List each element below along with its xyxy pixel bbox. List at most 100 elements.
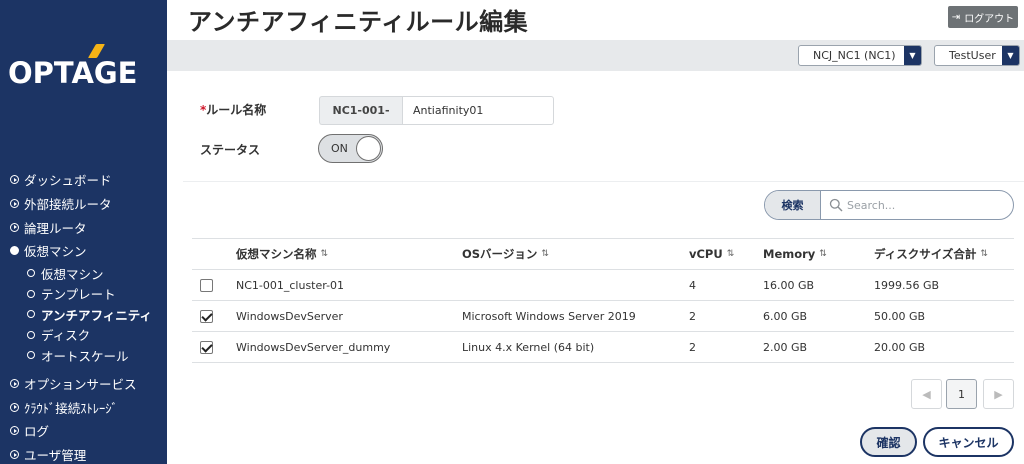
sidebar-item-external-router[interactable]: 外部接続ルータ xyxy=(0,192,167,216)
arrow-circle-icon xyxy=(10,450,19,460)
header-memory-text: Memory xyxy=(763,247,816,261)
sidebar-subitem-autoscale[interactable]: オートスケール xyxy=(0,345,167,366)
ring-icon xyxy=(27,351,35,360)
sort-icon: ⇅ xyxy=(541,249,549,259)
logout-label: ログアウト xyxy=(964,13,1015,25)
rule-name-input[interactable] xyxy=(402,96,554,125)
sidebar-subitem-disk[interactable]: ディスク xyxy=(0,325,167,346)
status-toggle[interactable]: ON xyxy=(318,134,383,163)
arrow-circle-icon xyxy=(10,222,19,232)
row-checkbox-cell xyxy=(200,332,213,362)
row-checkbox[interactable] xyxy=(200,278,213,292)
sidebar: OPTAGE ダッシュボード 外部接続ルータ 論理ルータ 仮想マシン 仮想マシン… xyxy=(0,0,167,464)
ring-icon xyxy=(27,289,35,298)
pagination-prev-button[interactable]: ◀ xyxy=(911,379,942,409)
sidebar-nav: ダッシュボード 外部接続ルータ 論理ルータ 仮想マシン 仮想マシン テンプレート… xyxy=(0,168,167,464)
sidebar-item-virtual-machine[interactable]: 仮想マシン xyxy=(0,239,167,263)
tenant-select-value: NCJ_NC1 (NC1) xyxy=(813,49,896,62)
cell-vcpu: 4 xyxy=(689,278,696,292)
ring-icon xyxy=(27,330,35,339)
sidebar-item-label: 仮想マシン xyxy=(24,244,87,260)
header-os-version[interactable]: OSバージョン ⇅ xyxy=(462,239,549,269)
row-checkbox-cell xyxy=(200,270,213,300)
ring-icon xyxy=(27,269,35,278)
cell-vm-name: NC1-001_cluster-01 xyxy=(236,278,345,292)
sidebar-item-label: ログ xyxy=(24,424,50,440)
sidebar-subitem-template[interactable]: テンプレート xyxy=(0,283,167,304)
toggle-knob xyxy=(356,136,381,161)
sidebar-item-user-management[interactable]: ユーザ管理 xyxy=(0,443,167,464)
cell-disk: 1999.56 GB xyxy=(874,278,940,292)
user-select-value: TestUser xyxy=(949,49,996,62)
logout-icon: ⇥ xyxy=(951,11,961,23)
table-row: WindowsDevServer Microsoft Windows Serve… xyxy=(192,301,1014,332)
sidebar-item-cloud-storage[interactable]: ｸﾗｳﾄﾞ接続ｽﾄﾚｰｼﾞ xyxy=(0,395,167,419)
status-toggle-label: ON xyxy=(331,142,348,155)
header-memory[interactable]: Memory ⇅ xyxy=(763,239,827,269)
search-icon xyxy=(829,198,843,212)
sidebar-item-option-service[interactable]: オプションサービス xyxy=(0,372,167,396)
sidebar-item-log[interactable]: ログ xyxy=(0,419,167,443)
search-input[interactable] xyxy=(847,195,1007,215)
cell-memory: 2.00 GB xyxy=(763,340,808,354)
sidebar-item-dashboard[interactable]: ダッシュボード xyxy=(0,168,167,192)
sidebar-item-label: 論理ルータ xyxy=(24,220,87,236)
pagination-next-button[interactable]: ▶ xyxy=(983,379,1014,409)
cell-os: Microsoft Windows Server 2019 xyxy=(462,309,636,323)
cell-vm-name: WindowsDevServer_dummy xyxy=(236,340,391,354)
cell-os: Linux 4.x Kernel (64 bit) xyxy=(462,340,595,354)
pagination-page-button[interactable]: 1 xyxy=(946,379,977,409)
rule-name-label-text: ルール名称 xyxy=(206,103,267,117)
rule-name-prefix: NC1-001- xyxy=(319,96,402,125)
sidebar-item-logical-router[interactable]: 論理ルータ xyxy=(0,215,167,239)
header-vm-name-text: 仮想マシン名称 xyxy=(236,247,317,261)
cell-vm-name: WindowsDevServer xyxy=(236,309,343,323)
sidebar-item-label: ｸﾗｳﾄﾞ接続ｽﾄﾚｰｼﾞ xyxy=(24,400,118,416)
arrow-circle-icon xyxy=(10,379,19,389)
cancel-button[interactable]: キャンセル xyxy=(923,427,1014,457)
sidebar-subitem-label: アンチアフィニティ xyxy=(41,307,153,323)
sidebar-subitem-antiaffinity[interactable]: アンチアフィニティ xyxy=(0,304,167,325)
arrow-circle-icon xyxy=(10,199,19,209)
table-row: WindowsDevServer_dummy Linux 4.x Kernel … xyxy=(192,332,1014,363)
sidebar-subitem-label: テンプレート xyxy=(41,287,116,303)
sort-icon: ⇅ xyxy=(726,249,735,259)
cell-vcpu: 2 xyxy=(689,309,696,323)
sidebar-subitem-label: ディスク xyxy=(41,328,91,344)
section-divider xyxy=(183,181,1024,182)
table-row: NC1-001_cluster-01 4 16.00 GB 1999.56 GB xyxy=(192,270,1014,301)
status-label: ステータス xyxy=(200,143,261,157)
sidebar-subitem-vm[interactable]: 仮想マシン xyxy=(0,263,167,284)
header-vcpu[interactable]: vCPU ⇅ xyxy=(689,239,734,269)
table-header-row: 仮想マシン名称 ⇅ OSバージョン ⇅ vCPU ⇅ Memory ⇅ ディスクサイズ合… xyxy=(192,238,1014,270)
header-disk-text: ディスクサイズ合計 xyxy=(874,247,977,261)
search-button[interactable]: 検索 xyxy=(765,191,821,219)
cell-memory: 16.00 GB xyxy=(763,278,815,292)
chevron-down-icon: ▼ xyxy=(904,46,921,65)
sidebar-item-label: ユーザ管理 xyxy=(24,448,87,464)
cell-disk: 50.00 GB xyxy=(874,309,926,323)
sidebar-subitem-label: 仮想マシン xyxy=(41,266,104,282)
cell-disk: 20.00 GB xyxy=(874,340,926,354)
arrow-circle-icon xyxy=(10,175,19,185)
header-vcpu-text: vCPU xyxy=(689,247,723,261)
logout-button[interactable]: ⇥ ログアウト xyxy=(948,6,1018,28)
user-select[interactable]: TestUser ▼ xyxy=(934,45,1020,66)
rule-name-label: *ルール名称 xyxy=(200,101,266,118)
sidebar-subitem-label: オートスケール xyxy=(41,348,129,364)
row-checkbox[interactable] xyxy=(200,309,213,323)
sort-icon: ⇅ xyxy=(819,249,827,259)
row-checkbox[interactable] xyxy=(200,340,213,354)
header-os-text: OSバージョン xyxy=(462,247,538,261)
sidebar-item-label: 外部接続ルータ xyxy=(24,197,112,213)
sidebar-item-label: ダッシュボード xyxy=(24,173,112,189)
arrow-circle-icon xyxy=(10,426,19,436)
search-bar: 検索 xyxy=(764,190,1014,220)
arrow-circle-icon xyxy=(10,402,19,412)
row-checkbox-cell xyxy=(200,301,213,331)
confirm-button[interactable]: 確認 xyxy=(860,427,917,457)
header-disk-total[interactable]: ディスクサイズ合計 ⇅ xyxy=(874,239,988,269)
tenant-select[interactable]: NCJ_NC1 (NC1) ▼ xyxy=(798,45,922,66)
chevron-down-icon: ▼ xyxy=(1002,46,1019,65)
header-vm-name[interactable]: 仮想マシン名称 ⇅ xyxy=(236,239,328,269)
